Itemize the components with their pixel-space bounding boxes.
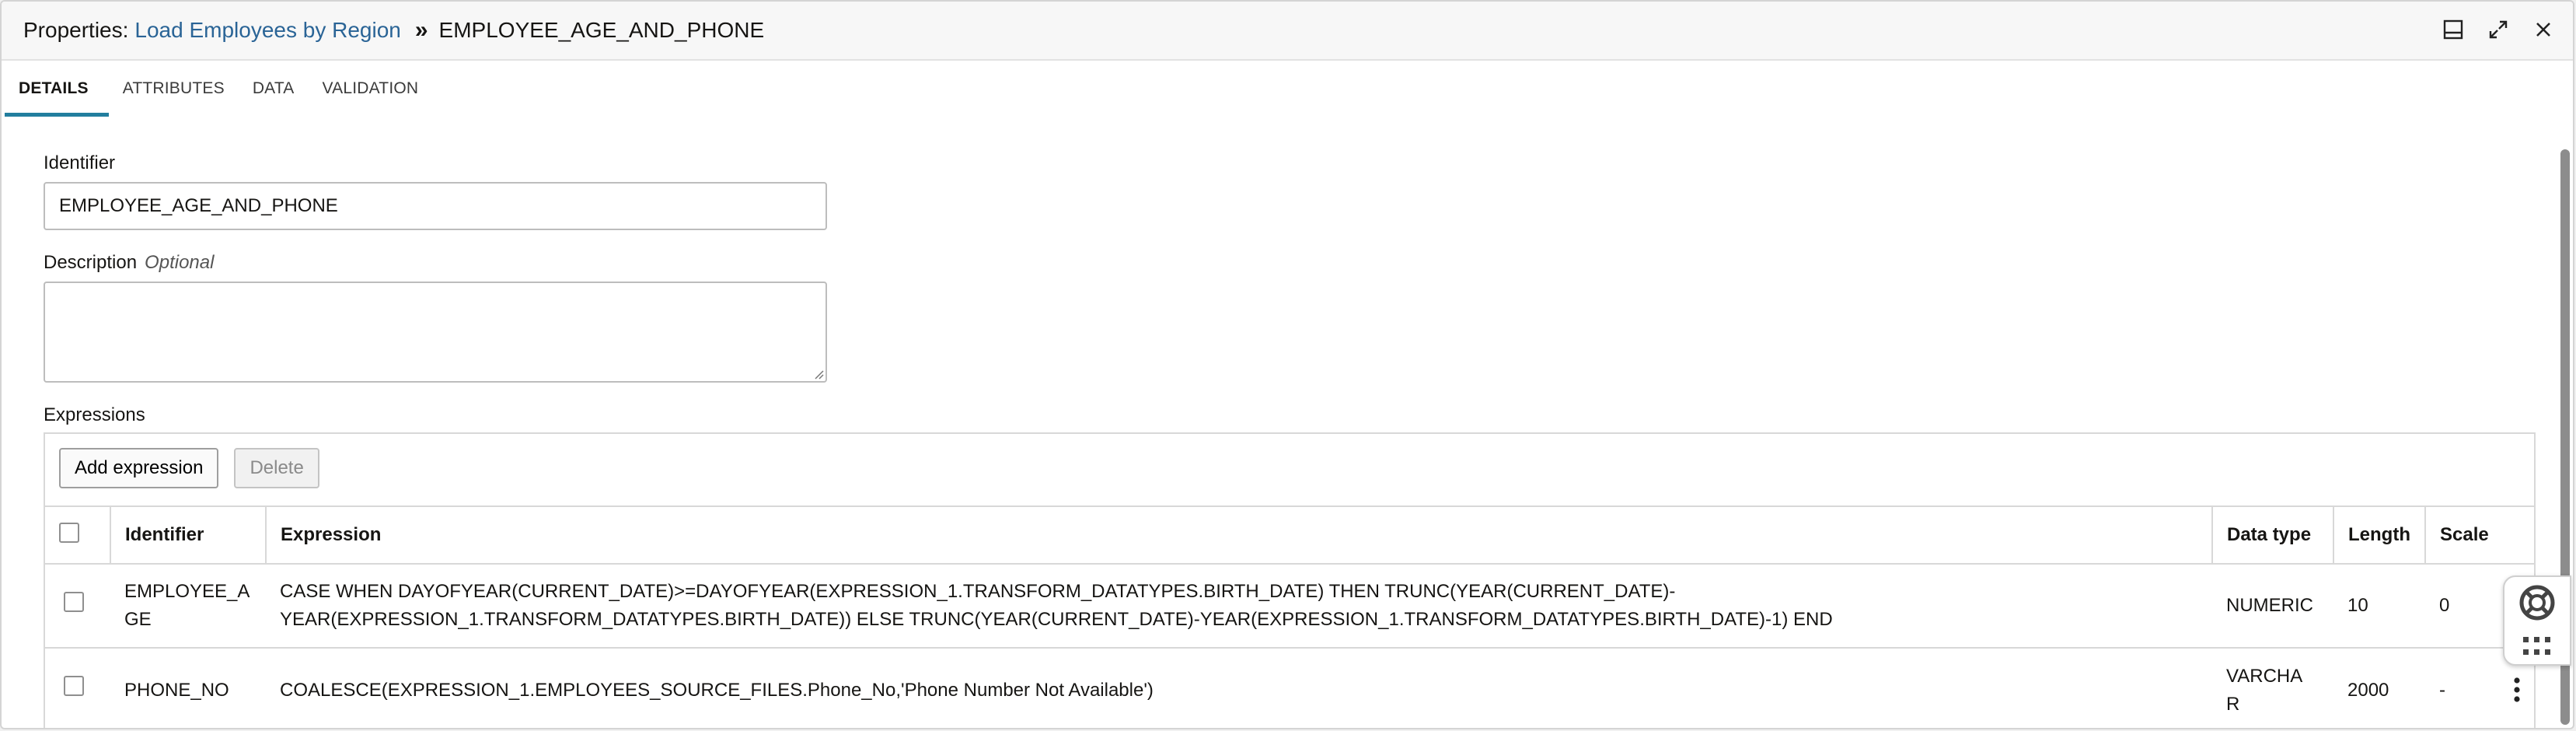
tab-validation[interactable]: VALIDATION [309,61,433,117]
kebab-menu-icon[interactable] [2511,677,2523,703]
table-row[interactable]: EMPLOYEE_A GE CASE WHEN DAYOFYEAR(CURREN… [45,563,2534,648]
column-header-identifier[interactable]: Identifier [110,505,267,564]
table-row[interactable]: PHONE_NO COALESCE(EXPRESSION_1.EMPLOYEES… [45,647,2534,728]
row-data-type: VARCHA R [2212,647,2333,728]
row-checkbox[interactable] [64,676,84,696]
tab-attributes[interactable]: ATTRIBUTES [109,61,239,117]
select-all-checkbox[interactable] [59,522,79,543]
column-header-scale[interactable]: Scale [2425,505,2534,564]
select-all-cell [45,505,111,564]
row-expression: CASE WHEN DAYOFYEAR(CURRENT_DATE)>=DAYOF… [266,563,2212,648]
header-link-task[interactable]: Load Employees by Region [134,18,400,43]
breadcrumb-separator: » [414,17,428,43]
row-expression: COALESCE(EXPRESSION_1.EMPLOYEES_SOURCE_F… [266,647,2212,728]
column-header-data-type[interactable]: Data type [2212,505,2334,564]
identifier-input[interactable] [44,182,827,230]
header-prefix: Properties: [23,18,129,42]
delete-button: Delete [234,448,319,488]
row-select-cell [45,563,110,648]
row-select-cell [45,647,110,728]
panel-header: Properties: Load Employees by Region » E… [2,2,2573,61]
tab-data[interactable]: DATA [239,61,309,117]
description-optional-hint: Optional [145,252,215,273]
column-header-expression[interactable]: Expression [266,505,2213,564]
row-length: 2000 [2333,647,2425,728]
row-length: 10 [2333,563,2425,648]
add-expression-button[interactable]: Add expression [59,448,219,488]
identifier-label: Identifier [44,152,116,173]
description-field[interactable] [44,282,827,383]
help-widget[interactable] [2503,575,2571,666]
description-label-row: Description Optional [44,252,214,274]
row-data-type: NUMERIC [2212,563,2333,648]
row-identifier: PHONE_NO [110,647,266,728]
tab-details[interactable]: DETAILS [5,61,109,117]
close-icon[interactable] [2529,16,2557,44]
properties-panel: Properties: Load Employees by Region » E… [0,0,2574,729]
tab-bar: DETAILS ATTRIBUTES DATA VALIDATION [2,61,2573,117]
resize-handle-icon[interactable] [813,369,824,379]
table-header-row: Identifier Expression Data type Length S… [45,505,2534,564]
lifebuoy-icon[interactable] [2518,584,2556,621]
description-label: Description [44,252,138,273]
expand-icon[interactable] [2484,16,2512,44]
expressions-table-container: Add expression Delete Identifier Express… [44,432,2536,728]
panel-bottom-icon[interactable] [2439,16,2467,44]
column-header-length[interactable]: Length [2333,505,2426,564]
row-identifier: EMPLOYEE_A GE [110,563,266,648]
expressions-toolbar: Add expression Delete [59,448,319,488]
header-current: EMPLOYEE_AGE_AND_PHONE [438,18,765,42]
expressions-table: Identifier Expression Data type Length S… [45,505,2534,728]
header-actions [2439,16,2557,44]
expressions-label: Expressions [44,404,145,425]
grid-dots-icon[interactable] [2522,635,2553,657]
row-checkbox[interactable] [64,591,84,612]
